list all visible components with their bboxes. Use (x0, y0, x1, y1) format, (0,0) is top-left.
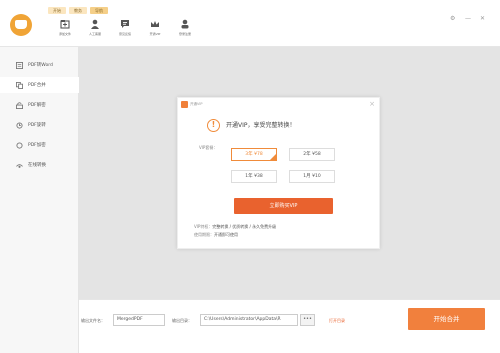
browse-button[interactable]: ••• (300, 314, 315, 326)
packages-label: VIP套餐： (199, 145, 218, 150)
vip-crown-icon (151, 21, 159, 27)
sidebar-item-online-convert[interactable]: 在线转换 (0, 157, 79, 173)
minimize-icon[interactable]: — (465, 16, 471, 22)
package-label: 2年 ¥58 (303, 152, 321, 157)
customer-service-button[interactable]: 人工客服 (80, 19, 110, 36)
package-label: 1月 ¥10 (303, 174, 321, 179)
sidebar-item-pdf-to-word[interactable]: PDF转Word (0, 57, 79, 73)
sidebar-item-label: 在线转换 (28, 163, 46, 168)
app-small-icon (181, 101, 188, 108)
add-file-icon (60, 20, 70, 29)
filename-label: 输出文件名： (81, 318, 105, 323)
privilege-value: 完整转换 / 优质转换 / 永久免费升级 (212, 224, 277, 229)
dialog-close-icon[interactable]: × (369, 100, 375, 108)
vip-button[interactable]: 开通VIP (140, 19, 170, 36)
login-label: 登录注册 (178, 32, 191, 36)
output-dir-label: 输出目录： (172, 318, 192, 323)
selected-check-icon (270, 154, 276, 160)
online-icon (16, 163, 23, 168)
unlock-icon (16, 101, 23, 109)
add-file-button[interactable]: 添加文件 (50, 19, 80, 36)
customer-service-icon (91, 19, 99, 29)
app-window: 开始 教务 导航 添加文件 人工客服 意见反馈 开通VIP 登录注册 ⚙ — ✕… (0, 0, 500, 353)
feedback-button[interactable]: 意见反馈 (110, 19, 140, 36)
privilege-label: VIP特权： (194, 224, 213, 229)
duration-label: 使用期限： (194, 232, 214, 237)
open-directory-link[interactable]: 打开目录 (329, 318, 345, 323)
settings-icon[interactable]: ⚙ (450, 16, 455, 22)
vip-privileges: VIP特权：完整转换 / 优质转换 / 永久免费升级 (194, 224, 276, 229)
tab-nav[interactable]: 导航 (90, 7, 108, 14)
menu-tabs: 开始 教务 导航 (48, 7, 108, 14)
vip-dialog: 开通VIP × ! 开通VIP，享受完整转换！ VIP套餐： 3年 ¥78 2年… (177, 97, 380, 249)
sidebar-item-pdf-decrypt[interactable]: PDF解密 (0, 97, 79, 113)
lock-icon (16, 141, 23, 149)
login-button[interactable]: 登录注册 (170, 19, 200, 36)
sidebar-item-label: PDF旋转 (28, 123, 46, 128)
tab-teaching[interactable]: 教务 (69, 7, 87, 14)
word-icon (16, 61, 23, 69)
package-option-1-month[interactable]: 1月 ¥10 (289, 170, 335, 183)
customer-service-label: 人工客服 (88, 32, 101, 36)
app-logo (10, 14, 32, 36)
sidebar-item-label: PDF合并 (28, 83, 46, 88)
tool-buttons: 添加文件 人工客服 意见反馈 开通VIP 登录注册 (50, 19, 200, 36)
feedback-icon (121, 20, 129, 28)
feedback-label: 意见反馈 (118, 32, 131, 36)
warning-icon: ! (207, 119, 220, 132)
package-option-3-year[interactable]: 3年 ¥78 (231, 148, 277, 161)
dialog-title: 开通VIP (190, 102, 203, 106)
add-file-label: 添加文件 (58, 32, 71, 36)
start-merge-button[interactable]: 开始合并 (408, 308, 485, 330)
bottom-bar: 输出文件名： MergedPDF 输出目录： C:\Users\Administ… (79, 299, 500, 353)
vip-label: 开通VIP (149, 32, 161, 36)
top-toolbar: 开始 教务 导航 添加文件 人工客服 意见反馈 开通VIP 登录注册 ⚙ — ✕ (0, 0, 500, 47)
sidebar-item-label: PDF解密 (28, 103, 46, 108)
vip-duration: 使用期限：开通即可使用 (194, 232, 238, 237)
sidebar-item-pdf-merge[interactable]: PDF合并 (0, 77, 79, 93)
sidebar: PDF转Word PDF合并 PDF解密 PDF旋转 PDF加密 在线转换 (0, 47, 79, 353)
tab-start[interactable]: 开始 (48, 7, 66, 14)
sidebar-item-label: PDF加密 (28, 143, 46, 148)
package-label: 1年 ¥38 (245, 174, 263, 179)
user-icon (181, 19, 189, 29)
merge-icon (16, 81, 23, 89)
rotate-icon (16, 121, 23, 129)
sidebar-item-pdf-encrypt[interactable]: PDF加密 (0, 137, 79, 153)
sidebar-item-label: PDF转Word (28, 63, 53, 68)
sidebar-item-pdf-rotate[interactable]: PDF旋转 (0, 117, 79, 133)
filename-input[interactable]: MergedPDF (113, 314, 165, 326)
package-option-1-year[interactable]: 1年 ¥38 (231, 170, 277, 183)
output-dir-input[interactable]: C:\Users\Administrator\AppData\R (200, 314, 298, 326)
duration-value: 开通即可使用 (214, 232, 238, 237)
package-option-2-year[interactable]: 2年 ¥58 (289, 148, 335, 161)
buy-vip-button[interactable]: 立即购买VIP (234, 198, 333, 214)
package-label: 3年 ¥78 (245, 152, 263, 157)
close-icon[interactable]: ✕ (480, 16, 485, 22)
dialog-message: 开通VIP，享受完整转换！ (226, 122, 296, 129)
